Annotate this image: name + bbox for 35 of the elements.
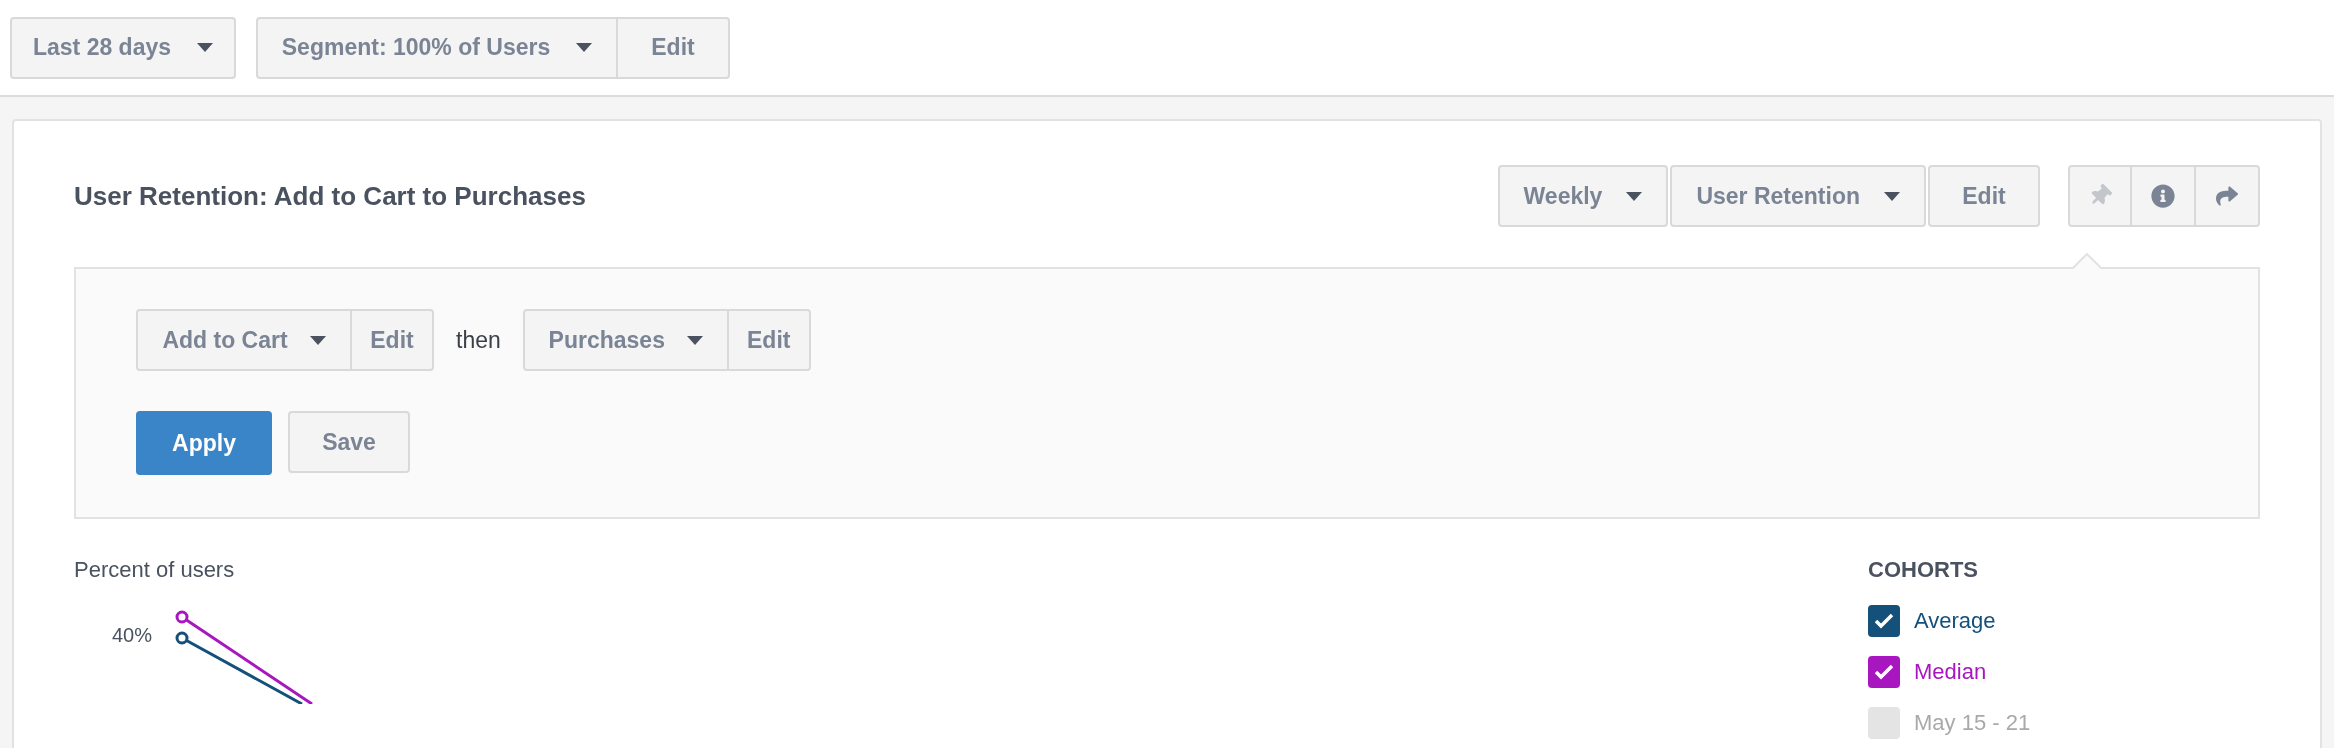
cohort-label: Median — [1914, 658, 1987, 686]
caret-icon — [576, 43, 593, 52]
event-edit-button[interactable]: Edit — [352, 309, 434, 371]
save-button[interactable]: Save — [288, 411, 410, 473]
event-edit-button[interactable]: Edit — [728, 309, 811, 371]
report-title: User Retention: Add to Cart to Purchases — [74, 179, 586, 213]
cohort-label: May 15 - 21 — [1914, 709, 2031, 737]
check-icon — [1874, 663, 1894, 680]
caret-icon — [197, 43, 214, 52]
share-button[interactable] — [2196, 165, 2260, 227]
report-edit-button[interactable]: Edit — [1928, 165, 2040, 227]
apply-button[interactable]: Apply — [136, 411, 272, 475]
cohort-label: Average — [1914, 607, 1996, 635]
share-icon — [2216, 185, 2238, 207]
connector-text: then — [456, 325, 501, 355]
info-icon — [2151, 184, 2175, 208]
event-dropdown[interactable]: Purchases — [522, 309, 729, 371]
date-range-dropdown[interactable]: Last 28 days — [10, 16, 236, 79]
cohorts-heading: COHORTS — [1868, 556, 1979, 584]
segment-edit-button[interactable]: Edit — [618, 16, 730, 79]
info-button[interactable] — [2132, 165, 2196, 227]
caret-icon — [1626, 191, 1643, 201]
segment-dropdown[interactable]: Segment: 100% of Users — [256, 16, 618, 79]
caret-icon — [686, 335, 703, 345]
y-axis-label: Percent of users — [74, 556, 236, 584]
cohort-checkbox[interactable] — [1868, 706, 1900, 739]
check-icon — [1874, 612, 1894, 629]
caret-icon — [309, 335, 326, 345]
cohort-checkbox[interactable] — [1868, 655, 1900, 688]
y-tick-label: 40% — [112, 623, 153, 648]
caret-icon — [1884, 191, 1900, 201]
cohort-checkbox[interactable] — [1868, 604, 1900, 637]
report-dropdown[interactable]: User Retention — [1670, 165, 1926, 227]
report-dropdown[interactable]: Weekly — [1497, 165, 1669, 227]
event-dropdown[interactable]: Add to Cart — [136, 309, 352, 371]
